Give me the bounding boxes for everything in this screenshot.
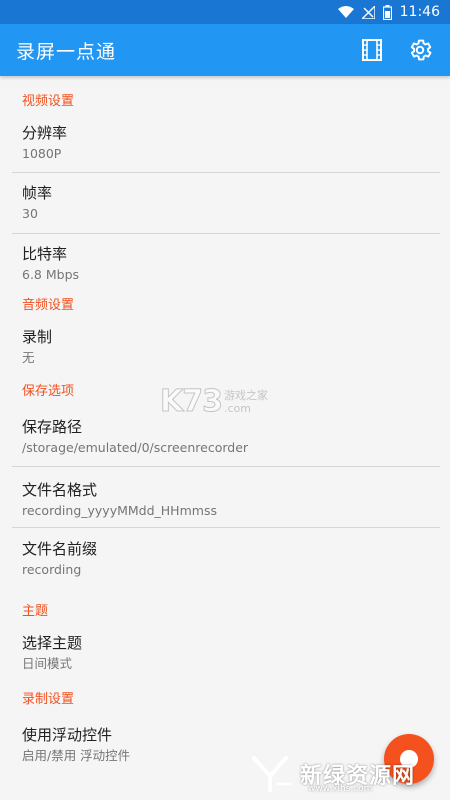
section-header-video: 视频设置 — [22, 94, 75, 109]
pref-summary: recording_yyyyMMdd_HHmmss — [22, 503, 217, 518]
pref-summary: 日间模式 — [22, 656, 73, 671]
app-bar: 录屏一点通 — [0, 24, 450, 76]
pref-title: 文件名格式 — [22, 481, 98, 499]
status-time: 11:46 — [399, 4, 440, 20]
pref-filename-format[interactable]: 文件名格式 recording_yyyyMMdd_HHmmss — [0, 467, 450, 527]
floating-record-button[interactable] — [384, 734, 434, 784]
pref-theme[interactable]: 选择主题 日间模式 — [0, 626, 450, 686]
pref-summary: 1080P — [22, 146, 62, 161]
section-header-recording: 录制设置 — [22, 692, 75, 707]
settings-list: 视频设置 分辨率 1080P 帧率 30 比特率 6.8 Mbps 音频设置 录… — [0, 88, 450, 774]
pref-summary: recording — [22, 562, 82, 577]
section-header-theme: 主题 — [22, 604, 49, 619]
pref-resolution[interactable]: 分辨率 1080P — [0, 116, 450, 172]
pref-title: 比特率 — [22, 245, 68, 263]
pref-summary: 6.8 Mbps — [22, 267, 80, 282]
pref-floating-control[interactable]: 使用浮动控件 启用/禁用 浮动控件 — [0, 714, 450, 774]
pref-title: 分辨率 — [22, 124, 68, 142]
pref-filename-prefix[interactable]: 文件名前缀 recording — [0, 528, 450, 594]
app-title: 录屏一点通 — [16, 40, 117, 63]
record-dot-icon — [400, 750, 418, 768]
section-header-audio: 音频设置 — [22, 298, 75, 313]
pref-summary: 30 — [22, 206, 38, 221]
battery-icon — [382, 4, 392, 20]
film-icon[interactable] — [354, 32, 390, 68]
pref-audio-record[interactable]: 录制 无 — [0, 320, 450, 374]
screen: 11:46 录屏一点通 视频设置 分辨率 1080P 帧率 30 比特率 6.8… — [0, 0, 450, 800]
gear-icon[interactable] — [402, 32, 438, 68]
pref-title: 录制 — [22, 328, 53, 346]
pref-title: 保存路径 — [22, 418, 83, 436]
watermark-xlhs-url: www.xlhs.com — [308, 784, 373, 794]
pref-title: 选择主题 — [22, 634, 83, 652]
pref-title: 使用浮动控件 — [22, 726, 113, 744]
section-header-save: 保存选项 — [22, 384, 75, 399]
pref-summary: /storage/emulated/0/screenrecorder — [22, 440, 249, 455]
pref-bitrate[interactable]: 比特率 6.8 Mbps — [0, 234, 450, 290]
wifi-icon — [337, 5, 354, 19]
pref-summary: 无 — [22, 350, 35, 365]
pref-save-path[interactable]: 保存路径 /storage/emulated/0/screenrecorder — [0, 406, 450, 466]
pref-framerate[interactable]: 帧率 30 — [0, 173, 450, 233]
pref-title: 帧率 — [22, 184, 53, 202]
pref-summary: 启用/禁用 浮动控件 — [22, 748, 131, 763]
pref-title: 文件名前缀 — [22, 540, 98, 558]
no-signal-icon — [361, 5, 375, 19]
status-bar: 11:46 — [0, 0, 450, 24]
